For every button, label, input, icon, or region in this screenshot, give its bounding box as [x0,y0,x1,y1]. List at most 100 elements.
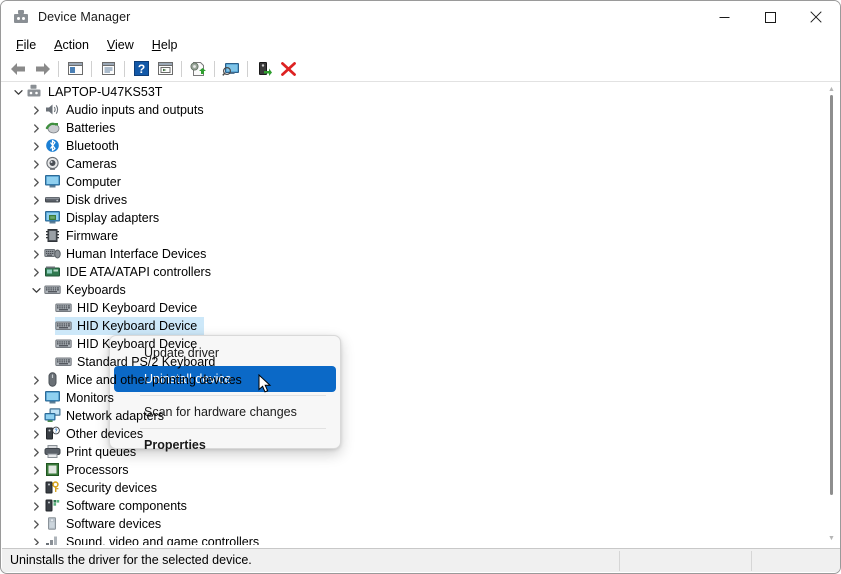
tree-node-security-devices[interactable]: Security devices [2,479,826,497]
chevron-right-icon[interactable] [28,479,44,497]
tree-node-label: HID Keyboard Device [77,337,197,351]
chevron-right-icon[interactable] [28,371,44,389]
tree-node-label: Firmware [66,229,118,243]
menu-file[interactable]: File [7,36,45,54]
vertical-scrollbar[interactable]: ▲ ▼ [825,85,838,543]
help-icon[interactable]: ? [129,58,153,80]
chevron-right-icon[interactable] [28,173,44,191]
properties-icon[interactable] [96,58,120,80]
tree-node-bluetooth[interactable]: Bluetooth [2,137,826,155]
menu-view[interactable]: View [98,36,143,54]
tree-node-ide-ata-atapi-controllers[interactable]: IDE ATA/ATAPI controllers [2,263,826,281]
enable-device-icon[interactable] [252,58,276,80]
tree-node-processors[interactable]: Processors [2,461,826,479]
toolbar-separator [247,61,248,77]
context-menu-item-label: Properties [144,438,206,452]
tree-node-human-interface-devices[interactable]: Human Interface Devices [2,245,826,263]
device-manager-window: Device Manager File Action View Help [0,0,841,574]
tree-node-label: Processors [66,463,129,477]
tree-node-software-devices[interactable]: Software devices [2,515,826,533]
tree-node-software-components[interactable]: Software components [2,497,826,515]
printer-icon [44,444,62,460]
tree-node-hid-keyboard-device-selected[interactable]: HID Keyboard Device [2,317,826,335]
scrollbar-thumb[interactable] [830,95,833,495]
tree-node-other-devices[interactable]: ? Other devices [2,425,826,443]
tree-node-label: HID Keyboard Device [77,301,197,315]
chevron-right-icon[interactable] [28,191,44,209]
chevron-right-icon[interactable] [28,533,44,545]
minimize-icon[interactable] [701,1,747,33]
chevron-right-icon[interactable] [28,515,44,533]
chevron-down-icon[interactable] [10,83,26,101]
device-manager-icon [13,9,29,25]
menu-action[interactable]: Action [45,36,98,54]
keyboard-icon [55,300,73,316]
chevron-right-icon[interactable] [28,119,44,137]
device-tree[interactable]: LAPTOP-U47KS53T Audio inputs and outputs [2,83,826,545]
menu-help[interactable]: Help [143,36,187,54]
battery-icon [44,120,62,136]
scroll-up-arrow-icon[interactable]: ▲ [828,86,835,93]
chevron-right-icon[interactable] [28,389,44,407]
camera-icon [44,156,62,172]
sound-video-icon [44,534,62,545]
chevron-right-icon[interactable] [28,425,44,443]
chevron-right-icon[interactable] [28,245,44,263]
tree-node-label: Disk drives [66,193,127,207]
chevron-right-icon[interactable] [28,227,44,245]
tree-node-firmware[interactable]: Firmware [2,227,826,245]
bluetooth-icon [44,138,62,154]
display-resources-icon[interactable] [219,58,243,80]
tree-node-network-adapters[interactable]: Network adapters [2,407,826,425]
forward-icon[interactable] [30,58,54,80]
tree-node-standard-ps2-keyboard[interactable]: Standard PS/2 Keyboard [2,353,826,371]
chevron-right-icon[interactable] [28,443,44,461]
chevron-right-icon[interactable] [28,263,44,281]
chevron-down-icon[interactable] [28,281,44,299]
tree-node-audio-inputs-and-outputs[interactable]: Audio inputs and outputs [2,101,826,119]
svg-text:?: ? [54,429,57,435]
tree-node-label: Software devices [66,517,161,531]
tree-node-hid-keyboard-device[interactable]: HID Keyboard Device [2,299,826,317]
chevron-right-icon[interactable] [28,209,44,227]
chevron-right-icon[interactable] [28,407,44,425]
scan-for-hardware-changes-icon[interactable] [153,58,177,80]
monitor-icon [44,390,62,406]
toolbar-separator [58,61,59,77]
computer-root-icon [26,84,44,100]
tree-node-keyboards[interactable]: Keyboards [2,281,826,299]
show-hide-console-tree-icon[interactable] [63,58,87,80]
tree-node-print-queues[interactable]: Print queues [2,443,826,461]
tree-node-batteries[interactable]: Batteries [2,119,826,137]
tree-node-label: Print queues [66,445,136,459]
scroll-down-arrow-icon[interactable]: ▼ [828,535,835,542]
chevron-right-icon[interactable] [28,137,44,155]
toolbar: ? [1,56,840,82]
status-bar-divider [751,551,752,571]
context-menu-item-properties[interactable]: Properties [114,432,336,458]
tree-node-hid-keyboard-device[interactable]: HID Keyboard Device [2,335,826,353]
firmware-chip-icon [44,228,62,244]
tree-node-cameras[interactable]: Cameras [2,155,826,173]
chevron-right-icon[interactable] [28,155,44,173]
tree-node-sound-video-and-game-controllers[interactable]: Sound, video and game controllers [2,533,826,545]
chevron-right-icon[interactable] [28,461,44,479]
chevron-right-icon[interactable] [28,497,44,515]
tree-node-label: Network adapters [66,409,164,423]
chevron-right-icon[interactable] [28,101,44,119]
status-bar-text: Uninstalls the driver for the selected d… [10,553,252,567]
tree-node-root[interactable]: LAPTOP-U47KS53T [2,83,826,101]
processor-icon [44,462,62,478]
maximize-icon[interactable] [747,1,793,33]
back-icon[interactable] [6,58,30,80]
tree-node-display-adapters[interactable]: Display adapters [2,209,826,227]
tree-node-mice-and-other-pointing-devices[interactable]: Mice and other pointing devices [2,371,826,389]
uninstall-device-icon[interactable] [276,58,300,80]
tree-node-label: Monitors [66,391,114,405]
close-icon[interactable] [793,1,839,33]
tree-node-label: Display adapters [66,211,159,225]
tree-node-disk-drives[interactable]: Disk drives [2,191,826,209]
update-driver-icon[interactable] [186,58,210,80]
tree-node-computer[interactable]: Computer [2,173,826,191]
status-bar-divider [619,551,620,571]
